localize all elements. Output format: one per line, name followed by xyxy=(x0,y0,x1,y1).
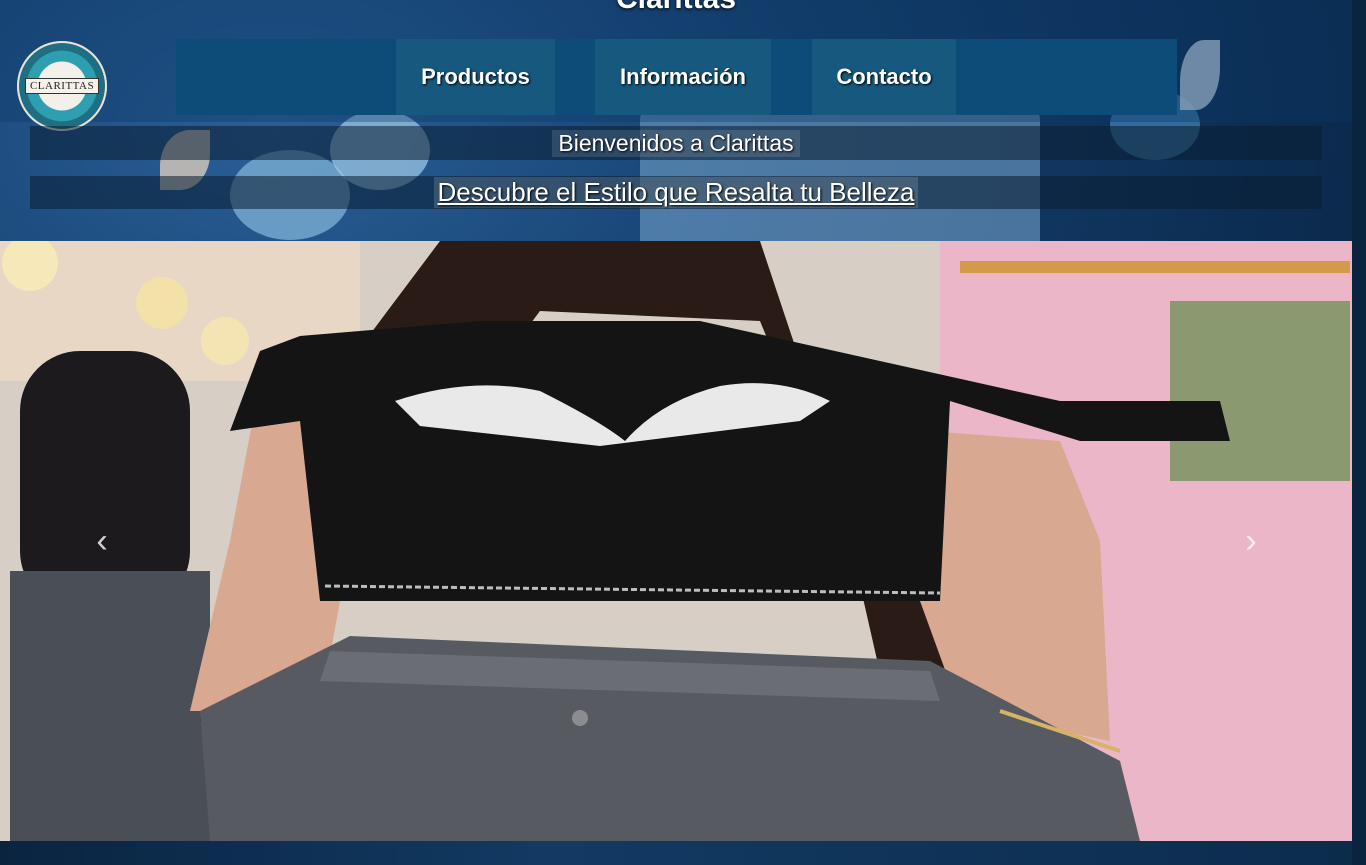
main-nav: Productos Información Contacto xyxy=(176,39,1177,115)
nav-link-informacion[interactable]: Información xyxy=(595,39,771,115)
welcome-band: Bienvenidos a Clarittas xyxy=(30,126,1322,160)
chevron-right-icon: › xyxy=(1245,521,1257,560)
logo-text: CLARITTAS xyxy=(24,78,100,94)
tagline-band: Descubre el Estilo que Resalta tu Bellez… xyxy=(30,176,1322,209)
site-title: Clarittas xyxy=(0,0,1352,16)
brand-logo[interactable]: CLARITTAS xyxy=(17,41,107,131)
nav-link-productos[interactable]: Productos xyxy=(396,39,555,115)
carousel-prev-button[interactable]: ‹ xyxy=(88,521,116,560)
nav-link-contacto[interactable]: Contacto xyxy=(812,39,956,115)
carousel-photo xyxy=(0,241,1352,841)
chevron-left-icon: ‹ xyxy=(96,521,108,560)
carousel-next-button[interactable]: › xyxy=(1237,521,1265,560)
page-scrollbar[interactable] xyxy=(1352,0,1366,865)
welcome-text: Bienvenidos a Clarittas xyxy=(552,129,800,157)
product-carousel: ‹ › xyxy=(0,241,1352,841)
footer-background-strip xyxy=(0,841,1366,865)
tagline-link[interactable]: Descubre el Estilo que Resalta tu Bellez… xyxy=(433,177,919,208)
